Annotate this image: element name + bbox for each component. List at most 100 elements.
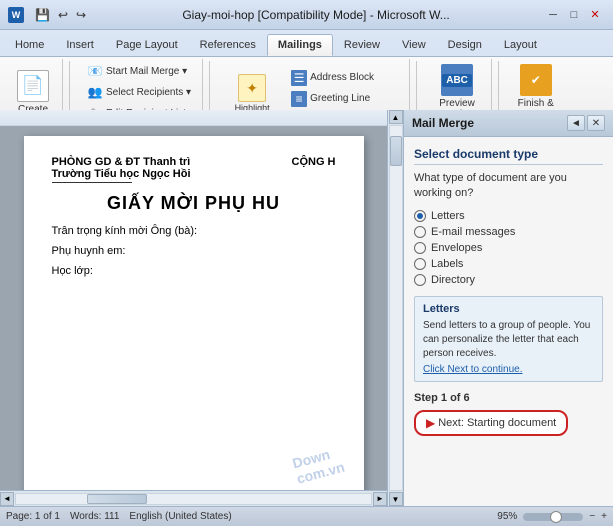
scroll-left-button[interactable]: ◄ bbox=[0, 492, 14, 506]
recipients-icon: 👥 bbox=[87, 84, 103, 100]
preview-icon: ABC bbox=[441, 64, 473, 96]
org-name: PHÒNG GD & ĐT Thanh trì bbox=[52, 156, 191, 168]
address-block-icon: ☰ bbox=[291, 70, 307, 86]
document-area: PHÒNG GD & ĐT Thanh trì CỘNG H Trường Ti… bbox=[0, 110, 403, 506]
tab-insert[interactable]: Insert bbox=[55, 34, 105, 56]
vertical-scrollbar[interactable]: ▲ ▼ bbox=[387, 110, 403, 506]
next-button[interactable]: ▶ Next: Starting document bbox=[414, 410, 568, 436]
scroll-up-button[interactable]: ▲ bbox=[389, 110, 403, 124]
scroll-track[interactable] bbox=[389, 125, 403, 491]
window-controls[interactable]: ─ □ ✕ bbox=[543, 7, 605, 23]
window-title: Giay-moi-hop [Compatibility Mode] - Micr… bbox=[89, 8, 543, 22]
page-info: Page: 1 of 1 bbox=[6, 511, 60, 522]
tab-view[interactable]: View bbox=[391, 34, 437, 56]
app-icon: W bbox=[8, 7, 24, 23]
scroll-right-button[interactable]: ► bbox=[373, 492, 387, 506]
title-bar: W 💾 ↩ ↪ Giay-moi-hop [Compatibility Mode… bbox=[0, 0, 613, 30]
title-bar-left: W 💾 ↩ ↪ bbox=[8, 7, 89, 23]
radio-email-circle bbox=[414, 226, 426, 238]
tab-references[interactable]: References bbox=[189, 34, 267, 56]
scroll-down-button[interactable]: ▼ bbox=[389, 492, 403, 506]
main-area: PHÒNG GD & ĐT Thanh trì CỘNG H Trường Ti… bbox=[0, 110, 613, 506]
zoom-in-icon[interactable]: + bbox=[601, 511, 607, 522]
doc-org-line: PHÒNG GD & ĐT Thanh trì CỘNG H bbox=[52, 156, 336, 168]
start-mail-merge-label: Start Mail Merge ▾ bbox=[106, 66, 187, 77]
doc-school-line: Trường Tiểu học Ngọc Hồi bbox=[52, 168, 336, 180]
radio-envelopes[interactable]: Envelopes bbox=[414, 242, 603, 254]
greeting-line-icon: ≡ bbox=[291, 91, 307, 107]
panel-body: Select document type What type of docume… bbox=[404, 137, 613, 506]
tab-review[interactable]: Review bbox=[333, 34, 391, 56]
zoom-out-icon[interactable]: − bbox=[589, 511, 595, 522]
finish-icon: ✔ bbox=[520, 64, 552, 96]
radio-labels-circle bbox=[414, 258, 426, 270]
tab-home[interactable]: Home bbox=[4, 34, 55, 56]
start-mail-merge-button[interactable]: 📧 Start Mail Merge ▾ bbox=[82, 61, 196, 81]
select-recipients-label: Select Recipients ▾ bbox=[106, 87, 191, 98]
body-line-1: Trân trọng kính mời Ông (bà): bbox=[52, 222, 336, 242]
language-info: English (United States) bbox=[129, 511, 231, 522]
ribbon-tabs: Home Insert Page Layout References Maili… bbox=[0, 30, 613, 56]
mail-merge-panel: Mail Merge ◄ ✕ Select document type What… bbox=[403, 110, 613, 506]
hscroll-track[interactable] bbox=[15, 493, 372, 505]
doc-title: GIẤY MỜI PHỤ HU bbox=[52, 193, 336, 214]
tab-design[interactable]: Design bbox=[437, 34, 493, 56]
create-icon: 📄 bbox=[17, 70, 49, 102]
letters-box-title: Letters bbox=[423, 303, 594, 315]
hscroll-thumb[interactable] bbox=[87, 494, 147, 504]
minimize-button[interactable]: ─ bbox=[543, 7, 563, 23]
radio-group-doc-type: Letters E-mail messages Envelopes Labels… bbox=[414, 210, 603, 286]
body-line-3: Học lớp: bbox=[52, 262, 336, 282]
next-arrow-icon: ▶ bbox=[426, 416, 435, 430]
section-title: Select document type bbox=[414, 147, 603, 165]
panel-controls[interactable]: ◄ ✕ bbox=[567, 115, 605, 131]
radio-directory-circle bbox=[414, 274, 426, 286]
horizontal-scrollbar[interactable]: ◄ ► bbox=[0, 490, 387, 506]
mail-merge-icon: 📧 bbox=[87, 63, 103, 79]
radio-letters[interactable]: Letters bbox=[414, 210, 603, 222]
doc-underline bbox=[52, 182, 132, 183]
radio-envelopes-circle bbox=[414, 242, 426, 254]
radio-letters-circle bbox=[414, 210, 426, 222]
ruler bbox=[0, 110, 403, 126]
tab-mailings[interactable]: Mailings bbox=[267, 34, 333, 56]
click-next-link[interactable]: Click Next to continue. bbox=[423, 364, 594, 375]
greeting-line-label: Greeting Line bbox=[310, 93, 370, 104]
zoom-thumb[interactable] bbox=[550, 511, 562, 523]
maximize-button[interactable]: □ bbox=[564, 7, 584, 23]
radio-directory-label: Directory bbox=[431, 274, 475, 286]
step-indicator: Step 1 of 6 bbox=[414, 392, 603, 404]
scroll-thumb[interactable] bbox=[390, 136, 402, 166]
greeting-line-button[interactable]: ≡ Greeting Line bbox=[286, 89, 403, 109]
zoom-slider[interactable] bbox=[523, 513, 583, 521]
panel-arrow-btn[interactable]: ◄ bbox=[567, 115, 585, 131]
panel-header: Mail Merge ◄ ✕ bbox=[404, 110, 613, 137]
tab-layout[interactable]: Layout bbox=[493, 34, 548, 56]
save-quick-btn[interactable]: 💾 bbox=[32, 7, 53, 23]
panel-close-btn[interactable]: ✕ bbox=[587, 115, 605, 131]
redo-quick-btn[interactable]: ↪ bbox=[73, 7, 89, 23]
quick-access-toolbar[interactable]: 💾 ↩ ↪ bbox=[32, 7, 89, 23]
watermark: Downcom.vn bbox=[291, 443, 347, 487]
undo-quick-btn[interactable]: ↩ bbox=[55, 7, 71, 23]
status-bar-right: 95% − + bbox=[497, 511, 607, 522]
radio-labels[interactable]: Labels bbox=[414, 258, 603, 270]
school-name: Trường Tiểu học Ngọc Hồi bbox=[52, 168, 191, 180]
tab-page-layout[interactable]: Page Layout bbox=[105, 34, 189, 56]
radio-directory[interactable]: Directory bbox=[414, 274, 603, 286]
radio-envelopes-label: Envelopes bbox=[431, 242, 482, 254]
panel-title: Mail Merge bbox=[412, 116, 474, 130]
radio-email-label: E-mail messages bbox=[431, 226, 515, 238]
highlight-icon: ✦ bbox=[238, 74, 266, 102]
doc-scroll-container[interactable]: PHÒNG GD & ĐT Thanh trì CỘNG H Trường Ti… bbox=[0, 126, 387, 490]
radio-email[interactable]: E-mail messages bbox=[414, 226, 603, 238]
doc-body: Trân trọng kính mời Ông (bà): Phụ huynh … bbox=[52, 222, 336, 281]
doc-header: PHÒNG GD & ĐT Thanh trì CỘNG H Trường Ti… bbox=[52, 156, 336, 183]
select-recipients-button[interactable]: 👥 Select Recipients ▾ bbox=[82, 82, 196, 102]
word-count: Words: 111 bbox=[70, 511, 119, 522]
radio-letters-label: Letters bbox=[431, 210, 465, 222]
radio-labels-label: Labels bbox=[431, 258, 463, 270]
close-button[interactable]: ✕ bbox=[585, 7, 605, 23]
panel-question: What type of document are you working on… bbox=[414, 171, 603, 202]
address-block-button[interactable]: ☰ Address Block bbox=[286, 68, 403, 88]
